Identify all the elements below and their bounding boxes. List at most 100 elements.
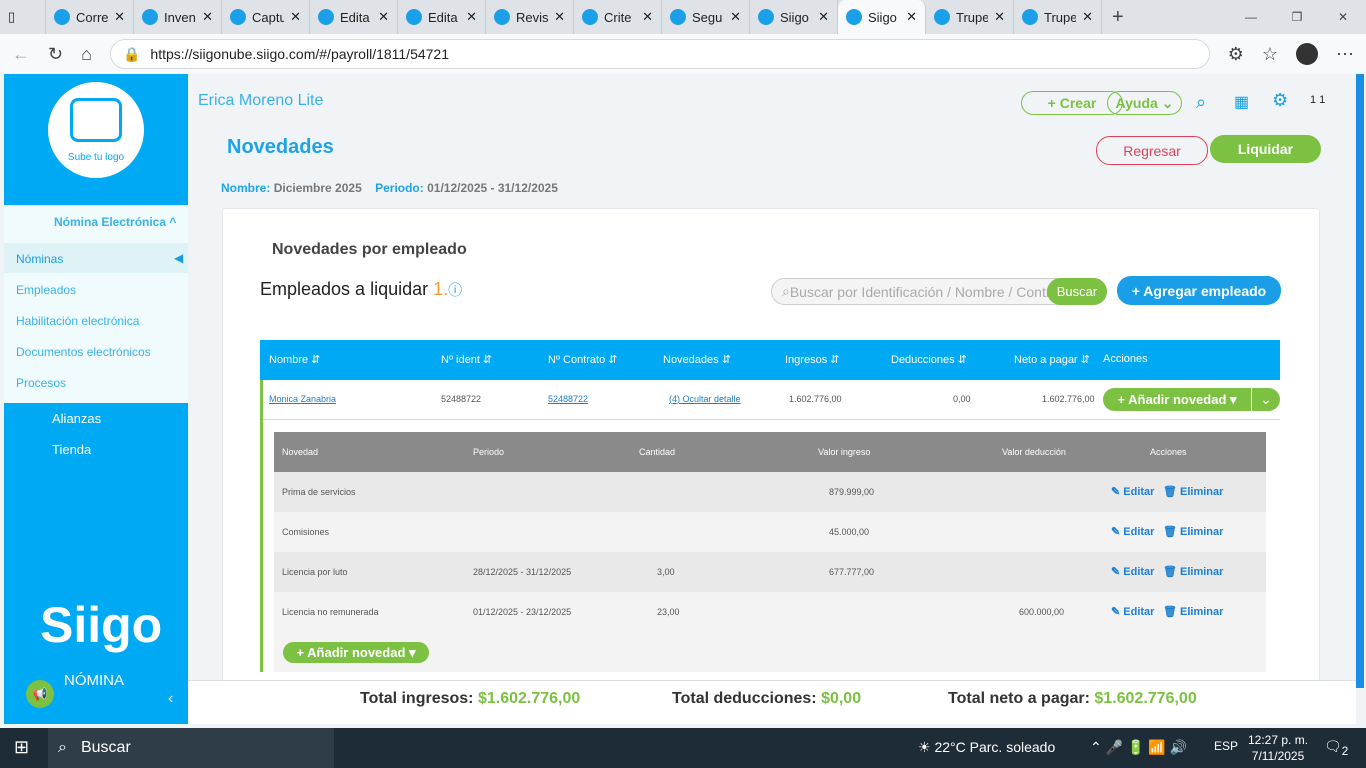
sidebar-item-alianzas[interactable]: Alianzas xyxy=(52,411,101,426)
profile-avatar[interactable] xyxy=(1296,43,1318,65)
scrollbar[interactable] xyxy=(1356,74,1364,688)
ayuda-button[interactable]: Ayuda ⌄ xyxy=(1107,91,1182,115)
close-tab-icon[interactable]: ✕ xyxy=(818,9,829,25)
editar-button[interactable]: ✎ Editar xyxy=(1111,565,1154,578)
eliminar-button[interactable]: 🗑 Eliminar xyxy=(1163,525,1223,538)
col-ingresos[interactable]: Ingresos ⇵ xyxy=(785,353,839,366)
anadir-novedad-button[interactable]: + Añadir novedad ▾ xyxy=(1103,388,1251,411)
extensions-icon[interactable]: ⚙ xyxy=(1228,44,1244,65)
agregar-empleado-button[interactable]: + Agregar empleado xyxy=(1117,276,1281,305)
editar-button[interactable]: ✎ Editar xyxy=(1111,525,1154,538)
collapse-sidebar-icon[interactable]: ‹ xyxy=(168,690,173,708)
close-tab-icon[interactable]: ✕ xyxy=(906,9,917,25)
sidebar-item-empleados[interactable]: Empleados xyxy=(16,283,76,297)
gear-icon[interactable]: ⚙ xyxy=(1272,90,1288,111)
sidebar-item-habilitacion[interactable]: Habilitación electrónica xyxy=(16,314,139,328)
browser-tab[interactable]: Trupe ✕ xyxy=(926,0,1014,34)
close-tab-icon[interactable]: ✕ xyxy=(554,9,565,25)
browser-tab[interactable]: Siigo ✕ xyxy=(750,0,838,34)
windows-start-icon[interactable]: ⊞ xyxy=(14,737,29,758)
col-ident[interactable]: Nº ident ⇵ xyxy=(441,353,492,366)
upload-logo[interactable]: Sube tu logo xyxy=(48,82,144,178)
section-nomina-electronica[interactable]: Nómina Electrónica ^ xyxy=(54,215,176,229)
total-ingresos-value: $1.602.776,00 xyxy=(477,690,581,707)
tab-title: Edita xyxy=(340,9,370,25)
browser-tab[interactable]: Crite ✕ xyxy=(574,0,662,34)
url-field[interactable]: 🔒 https://siigonube.siigo.com/#/payroll/1… xyxy=(109,39,1210,69)
liquidar-button[interactable]: Liquidar xyxy=(1210,135,1321,163)
search-icon[interactable]: ⌕ xyxy=(1196,92,1206,113)
browser-tab[interactable]: Captu ✕ xyxy=(222,0,310,34)
editar-button[interactable]: ✎ Editar xyxy=(1111,485,1154,498)
col-deducciones[interactable]: Deducciones ⇵ xyxy=(891,353,967,366)
browser-tab[interactable]: Corre ✕ xyxy=(46,0,134,34)
calendar-icon[interactable]: ▦ xyxy=(1234,92,1249,112)
maximize-button[interactable]: ❐ xyxy=(1274,10,1320,24)
toggle-detail-link[interactable]: (4) Ocultar detalle xyxy=(669,394,741,404)
eliminar-button[interactable]: 🗑 Eliminar xyxy=(1163,565,1223,578)
taskbar-search[interactable]: ⌕ Buscar xyxy=(48,728,334,768)
favorites-icon[interactable]: ☆ xyxy=(1262,44,1278,65)
close-tab-icon[interactable]: ✕ xyxy=(114,9,125,25)
col-nombre[interactable]: Nombre ⇵ xyxy=(269,353,320,366)
browser-tab[interactable]: Edita ✕ xyxy=(310,0,398,34)
employee-link[interactable]: Monica Zanabria xyxy=(269,394,336,404)
col-valor-deduccion: Valor deducción xyxy=(1002,447,1066,457)
help-icon[interactable]: ⓘ xyxy=(448,282,462,298)
notifications-icon[interactable]: 🗨2 xyxy=(1324,738,1348,758)
editar-button[interactable]: ✎ Editar xyxy=(1111,605,1154,618)
browser-tab[interactable]: ▯ xyxy=(0,0,46,34)
sidebar-item-procesos[interactable]: Procesos xyxy=(16,376,66,390)
tab-title: Trupe xyxy=(956,9,989,25)
ingreso-cell: 879.999,00 xyxy=(829,487,875,497)
sidebar-item-nominas[interactable]: Nóminas xyxy=(16,252,63,266)
minimize-button[interactable]: — xyxy=(1228,10,1274,24)
close-tab-icon[interactable]: ✕ xyxy=(202,9,213,25)
col-neto[interactable]: Neto a pagar ⇵ xyxy=(1014,353,1090,366)
close-window-button[interactable]: ✕ xyxy=(1320,10,1366,24)
browser-tab[interactable]: Siigo ✕ xyxy=(838,0,926,34)
sidebar-item-documentos[interactable]: Documentos electrónicos xyxy=(16,345,151,359)
regresar-button[interactable]: Regresar xyxy=(1096,136,1208,165)
brand-subtitle: NÓMINA xyxy=(64,672,124,689)
close-tab-icon[interactable]: ✕ xyxy=(642,9,653,25)
eliminar-button[interactable]: 🗑 Eliminar xyxy=(1163,485,1223,498)
browser-tab[interactable]: Segu ✕ xyxy=(662,0,750,34)
user-menu[interactable]: 1 1 xyxy=(1310,94,1325,106)
refresh-icon[interactable]: ↻ xyxy=(48,44,63,65)
clock[interactable]: 12:27 p. m. 7/11/2025 xyxy=(1248,732,1308,764)
close-tab-icon[interactable]: ✕ xyxy=(730,9,741,25)
detail-row: Comisiones 45.000,00 ✎ Editar 🗑 Eliminar xyxy=(274,512,1266,552)
home-icon[interactable]: ⌂ xyxy=(81,44,92,65)
close-tab-icon[interactable]: ✕ xyxy=(378,9,389,25)
close-tab-icon[interactable]: ✕ xyxy=(466,9,477,25)
tab-actions-icon[interactable]: ▯ xyxy=(8,9,15,25)
col-contrato[interactable]: Nº Contrato ⇵ xyxy=(548,353,617,366)
browser-tab[interactable]: Revis ✕ xyxy=(486,0,574,34)
megaphone-icon[interactable]: 📢 xyxy=(26,680,54,708)
new-tab-button[interactable]: + xyxy=(1112,6,1124,29)
tray-icons[interactable]: ⌃ 🎤 🔋 📶 🔊 xyxy=(1090,739,1187,756)
back-icon[interactable]: ← xyxy=(12,44,30,65)
total-neto-label: Total neto a pagar: xyxy=(948,690,1090,707)
language[interactable]: ESP xyxy=(1214,739,1238,753)
col-cantidad: Cantidad xyxy=(639,447,676,457)
browser-tab[interactable]: Trupe ✕ xyxy=(1014,0,1102,34)
more-icon[interactable]: ⋯ xyxy=(1336,44,1354,65)
eliminar-button[interactable]: 🗑 Eliminar xyxy=(1163,605,1223,618)
chevron-down-icon[interactable]: ⌄ xyxy=(1252,388,1280,411)
close-tab-icon[interactable]: ✕ xyxy=(994,9,1005,25)
col-novedades[interactable]: Novedades ⇵ xyxy=(663,353,731,366)
buscar-button[interactable]: Buscar xyxy=(1047,278,1107,305)
contrato-link[interactable]: 52488722 xyxy=(548,394,588,404)
camera-icon xyxy=(70,98,122,142)
sidebar-item-tienda[interactable]: Tienda xyxy=(52,442,91,457)
close-tab-icon[interactable]: ✕ xyxy=(1082,9,1093,25)
close-tab-icon[interactable]: ✕ xyxy=(290,9,301,25)
weather[interactable]: ☀ 22°C Parc. soleado xyxy=(918,739,1055,756)
anadir-novedad-bottom-button[interactable]: + Añadir novedad ▾ xyxy=(283,642,429,663)
browser-tab[interactable]: Edita ✕ xyxy=(398,0,486,34)
company-name: Erica Moreno Lite xyxy=(198,92,324,109)
browser-tab[interactable]: Inven ✕ xyxy=(134,0,222,34)
tab-list: ▯ Corre ✕ Inven ✕ Captu ✕ Edita ✕ Edita ✕ Revis ✕ Cri… xyxy=(0,0,1102,34)
